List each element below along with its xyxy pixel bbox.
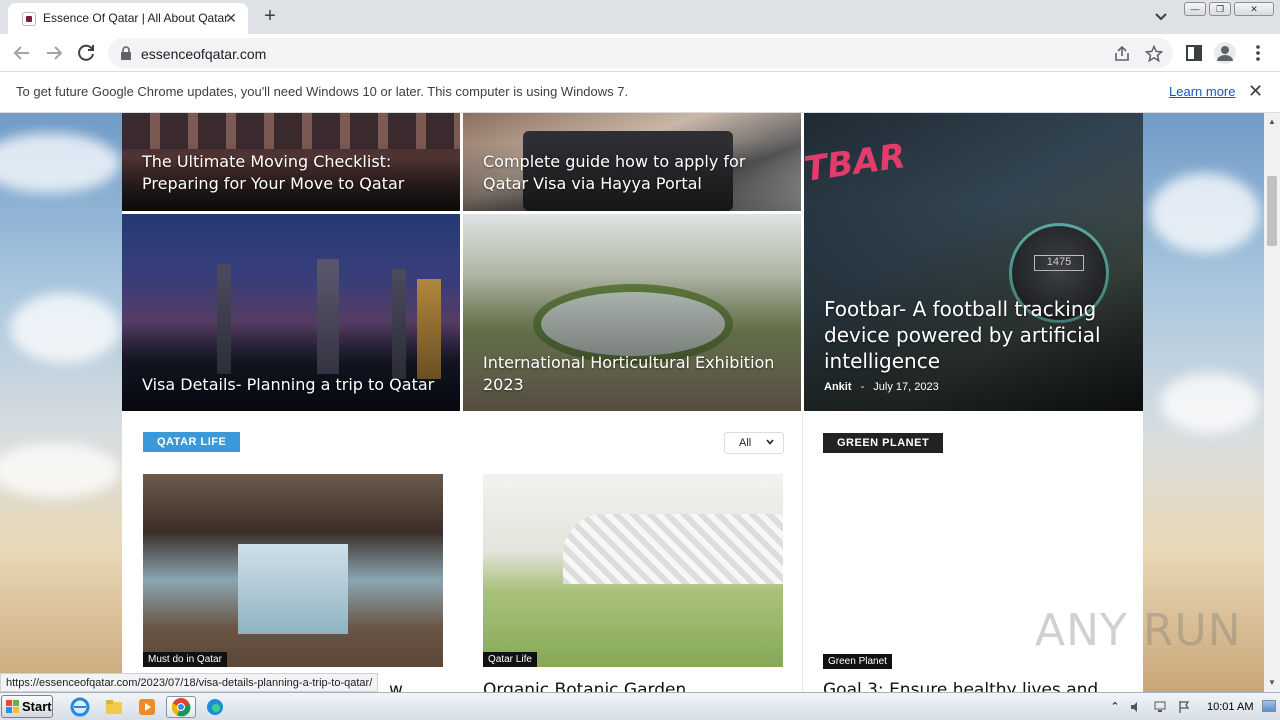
featured-title[interactable]: Footbar- A football tracking device powe…: [824, 296, 1124, 374]
url-text[interactable]: essenceofqatar.com: [141, 46, 266, 62]
back-icon[interactable]: [10, 41, 34, 65]
action-center-flag-icon[interactable]: [1177, 700, 1191, 714]
featured-tile-footbar[interactable]: TBAR 1475 Footbar- A football tracking d…: [804, 113, 1143, 411]
infobar-close-icon[interactable]: ✕: [1248, 81, 1263, 102]
menu-kebab-icon[interactable]: [1247, 42, 1269, 64]
tab-close-icon[interactable]: ✕: [222, 9, 240, 27]
column-divider: [802, 413, 803, 692]
card-title[interactable]: Goal 3: Ensure healthy lives and: [823, 680, 1098, 692]
link-status-bubble: https://essenceofqatar.com/2023/07/18/vi…: [0, 673, 379, 692]
tray-expand-icon[interactable]: ⌃: [1108, 700, 1122, 714]
main-content: The Ultimate Moving Checklist: Preparing…: [122, 113, 1143, 692]
cloud-decoration: [10, 293, 120, 363]
category-filter-dropdown[interactable]: All: [724, 432, 784, 454]
page-scrollbar[interactable]: ▲ ▼: [1264, 113, 1280, 692]
tab-strip: Essence Of Qatar | All About Qatar ✕ + —…: [0, 0, 1280, 34]
browser-tab[interactable]: Essence Of Qatar | All About Qatar ✕: [8, 3, 248, 34]
post-meta: Ankit - July 17, 2023: [824, 381, 939, 393]
featured-title[interactable]: International Horticultural Exhibition 2…: [483, 352, 783, 396]
card-title[interactable]: Organic Botanic Garden: [483, 680, 686, 692]
scroll-up-arrow-icon[interactable]: ▲: [1268, 117, 1276, 126]
reload-icon[interactable]: [74, 41, 98, 65]
featured-tile-hayya-visa[interactable]: Complete guide how to apply for Qatar Vi…: [463, 113, 801, 211]
anyrun-watermark: ANY RUN: [1035, 605, 1242, 656]
tab-search-chevron-icon[interactable]: [1150, 7, 1172, 27]
edge-icon[interactable]: [204, 696, 226, 718]
chrome-icon: [171, 698, 191, 717]
cloud-decoration: [0, 133, 120, 193]
featured-title[interactable]: Visa Details- Planning a trip to Qatar: [142, 374, 452, 396]
restore-button[interactable]: ❐: [1209, 2, 1231, 16]
browser-toolbar: essenceofqatar.com: [0, 34, 1280, 72]
infobar-message: To get future Google Chrome updates, you…: [16, 84, 629, 99]
minimize-button[interactable]: —: [1184, 2, 1206, 16]
card-photo: [238, 544, 348, 634]
post-date: July 17, 2023: [873, 381, 939, 393]
chevron-down-icon: [766, 439, 774, 445]
update-infobar: To get future Google Chrome updates, you…: [0, 72, 1280, 113]
cloud-decoration: [0, 443, 120, 498]
site-favicon-icon: [22, 12, 36, 26]
featured-title[interactable]: Complete guide how to apply for Qatar Vi…: [483, 151, 793, 195]
featured-tile-horticultural-expo[interactable]: International Horticultural Exhibition 2…: [463, 214, 801, 411]
start-label: Start: [22, 699, 52, 714]
share-icon[interactable]: [1113, 45, 1131, 63]
window-close-button[interactable]: ✕: [1234, 2, 1274, 16]
green-planet-badge[interactable]: GREEN PLANET: [823, 433, 944, 453]
card-image-must-do[interactable]: Must do in Qatar: [143, 474, 443, 667]
card-photo: [563, 514, 783, 584]
card-category-label[interactable]: Qatar Life: [483, 652, 537, 667]
card-category-label[interactable]: Green Planet: [823, 654, 892, 669]
taskbar-clock[interactable]: 10:01 AM: [1207, 701, 1253, 713]
learn-more-link[interactable]: Learn more: [1169, 84, 1235, 99]
card-image-botanic-garden[interactable]: Qatar Life: [483, 474, 783, 667]
profile-avatar-icon[interactable]: [1214, 42, 1236, 64]
lock-icon[interactable]: [120, 46, 132, 60]
show-desktop-button[interactable]: [1262, 700, 1276, 712]
file-explorer-icon[interactable]: [103, 696, 125, 718]
featured-tile-moving-checklist[interactable]: The Ultimate Moving Checklist: Preparing…: [122, 113, 460, 211]
post-author[interactable]: Ankit: [824, 381, 852, 393]
address-bar[interactable]: essenceofqatar.com: [108, 38, 1173, 68]
new-tab-button[interactable]: +: [258, 5, 282, 29]
card-category-label[interactable]: Must do in Qatar: [143, 652, 227, 667]
side-panel-icon[interactable]: [1183, 42, 1205, 64]
scroll-down-arrow-icon[interactable]: ▼: [1268, 678, 1276, 687]
bookmark-star-icon[interactable]: [1145, 45, 1163, 63]
cloud-decoration: [1160, 373, 1260, 433]
windows-taskbar: Start ⌃ 10:01 AM: [0, 692, 1280, 720]
meta-separator: -: [860, 381, 865, 393]
network-icon[interactable]: [1153, 700, 1167, 714]
tab-title: Essence Of Qatar | All About Qatar: [43, 11, 229, 25]
featured-title[interactable]: The Ultimate Moving Checklist: Preparing…: [142, 151, 442, 195]
filter-value: All: [739, 437, 752, 449]
internet-explorer-icon[interactable]: [69, 696, 91, 718]
cloud-decoration: [1150, 173, 1260, 253]
media-player-icon[interactable]: [136, 696, 158, 718]
qatar-life-badge[interactable]: QATAR LIFE: [143, 432, 241, 452]
chrome-taskbar-button[interactable]: [166, 696, 196, 718]
scrollbar-thumb[interactable]: [1267, 176, 1277, 246]
windows-logo-icon: [6, 700, 19, 713]
start-button[interactable]: Start: [1, 695, 53, 718]
tile-photo-text: TBAR: [804, 136, 908, 190]
featured-tile-visa-details[interactable]: Visa Details- Planning a trip to Qatar: [122, 214, 460, 411]
volume-icon[interactable]: [1129, 700, 1143, 714]
forward-icon[interactable]: [42, 41, 66, 65]
